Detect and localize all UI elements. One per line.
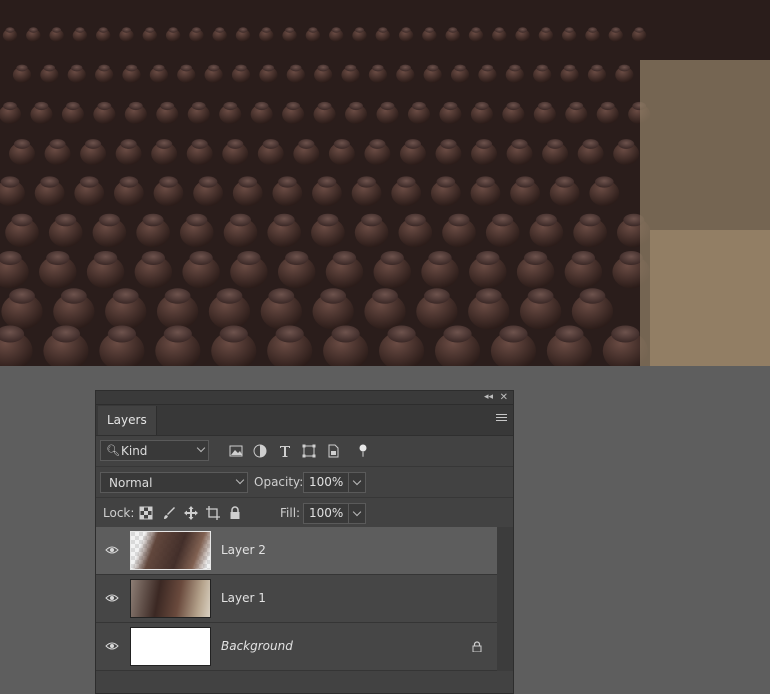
layer-row-layer-1[interactable]: Layer 1 (96, 575, 497, 623)
type-filter-icon[interactable] (277, 443, 293, 459)
layer-thumbnail (130, 531, 211, 570)
shape-filter-icon[interactable] (301, 443, 317, 459)
filter-kind-select[interactable]: 🔍︎ Kind (100, 440, 209, 461)
chevron-down-icon (235, 475, 245, 485)
layers-panel: ◂◂ ✕ Layers 🔍︎ Kind Normal Opacity: 100%… (95, 390, 514, 694)
eye-icon[interactable] (105, 593, 119, 603)
layer-name[interactable]: Layer 1 (221, 591, 266, 605)
collapse-icon[interactable]: ◂◂ (484, 391, 493, 404)
opacity-label: Opacity: (254, 475, 304, 489)
adjustment-filter-icon[interactable] (252, 443, 268, 459)
close-icon[interactable]: ✕ (500, 391, 508, 404)
smart-object-filter-icon[interactable] (325, 443, 341, 459)
opacity-dropdown[interactable] (349, 472, 366, 493)
chevron-down-icon (196, 443, 206, 453)
blend-mode-value: Normal (109, 476, 153, 490)
image-filter-icon[interactable] (228, 443, 244, 459)
layer-thumbnail (130, 627, 211, 666)
fill-dropdown[interactable] (349, 503, 366, 524)
layer-name[interactable]: Layer 2 (221, 543, 266, 557)
panel-tabbar: Layers (96, 405, 513, 436)
blend-mode-select[interactable]: Normal (100, 472, 248, 493)
fill-field[interactable]: 100% (303, 503, 349, 524)
tab-layers[interactable]: Layers (98, 406, 157, 435)
move-icon[interactable] (184, 506, 198, 520)
layer-name[interactable]: Background (221, 639, 293, 653)
brush-icon[interactable] (162, 506, 176, 520)
layers-list: Layer 2 Layer 1 Background (96, 527, 497, 671)
blend-row: Normal Opacity: 100% (96, 467, 513, 498)
lock-row: Lock: Fill: 100% (96, 498, 513, 529)
artboard-icon[interactable] (206, 506, 220, 520)
eye-icon[interactable] (105, 641, 119, 651)
filter-row: 🔍︎ Kind (96, 436, 513, 467)
lock-all-icon[interactable] (228, 506, 242, 520)
opacity-field[interactable]: 100% (303, 472, 349, 493)
filter-kind-label: Kind (121, 444, 148, 458)
eye-icon[interactable] (105, 545, 119, 555)
lock-label: Lock: (103, 506, 135, 520)
chevron-down-icon (352, 476, 362, 486)
lock-icon[interactable] (472, 641, 482, 652)
layer-row-layer-2[interactable]: Layer 2 (96, 527, 497, 575)
filter-toggle-icon[interactable] (355, 443, 371, 459)
layer-row-background[interactable]: Background (96, 623, 497, 671)
panel-menu-icon[interactable] (496, 414, 507, 423)
bottles-photo (0, 0, 770, 366)
lock-transparency-icon[interactable] (139, 506, 153, 520)
panel-titlebar: ◂◂ ✕ (96, 391, 513, 405)
canvas-image (0, 0, 770, 366)
chevron-down-icon (352, 507, 362, 517)
search-icon: 🔍︎ (106, 444, 120, 457)
layer-thumbnail (130, 579, 211, 618)
scrollbar[interactable] (497, 527, 513, 671)
fill-label: Fill: (280, 506, 301, 520)
